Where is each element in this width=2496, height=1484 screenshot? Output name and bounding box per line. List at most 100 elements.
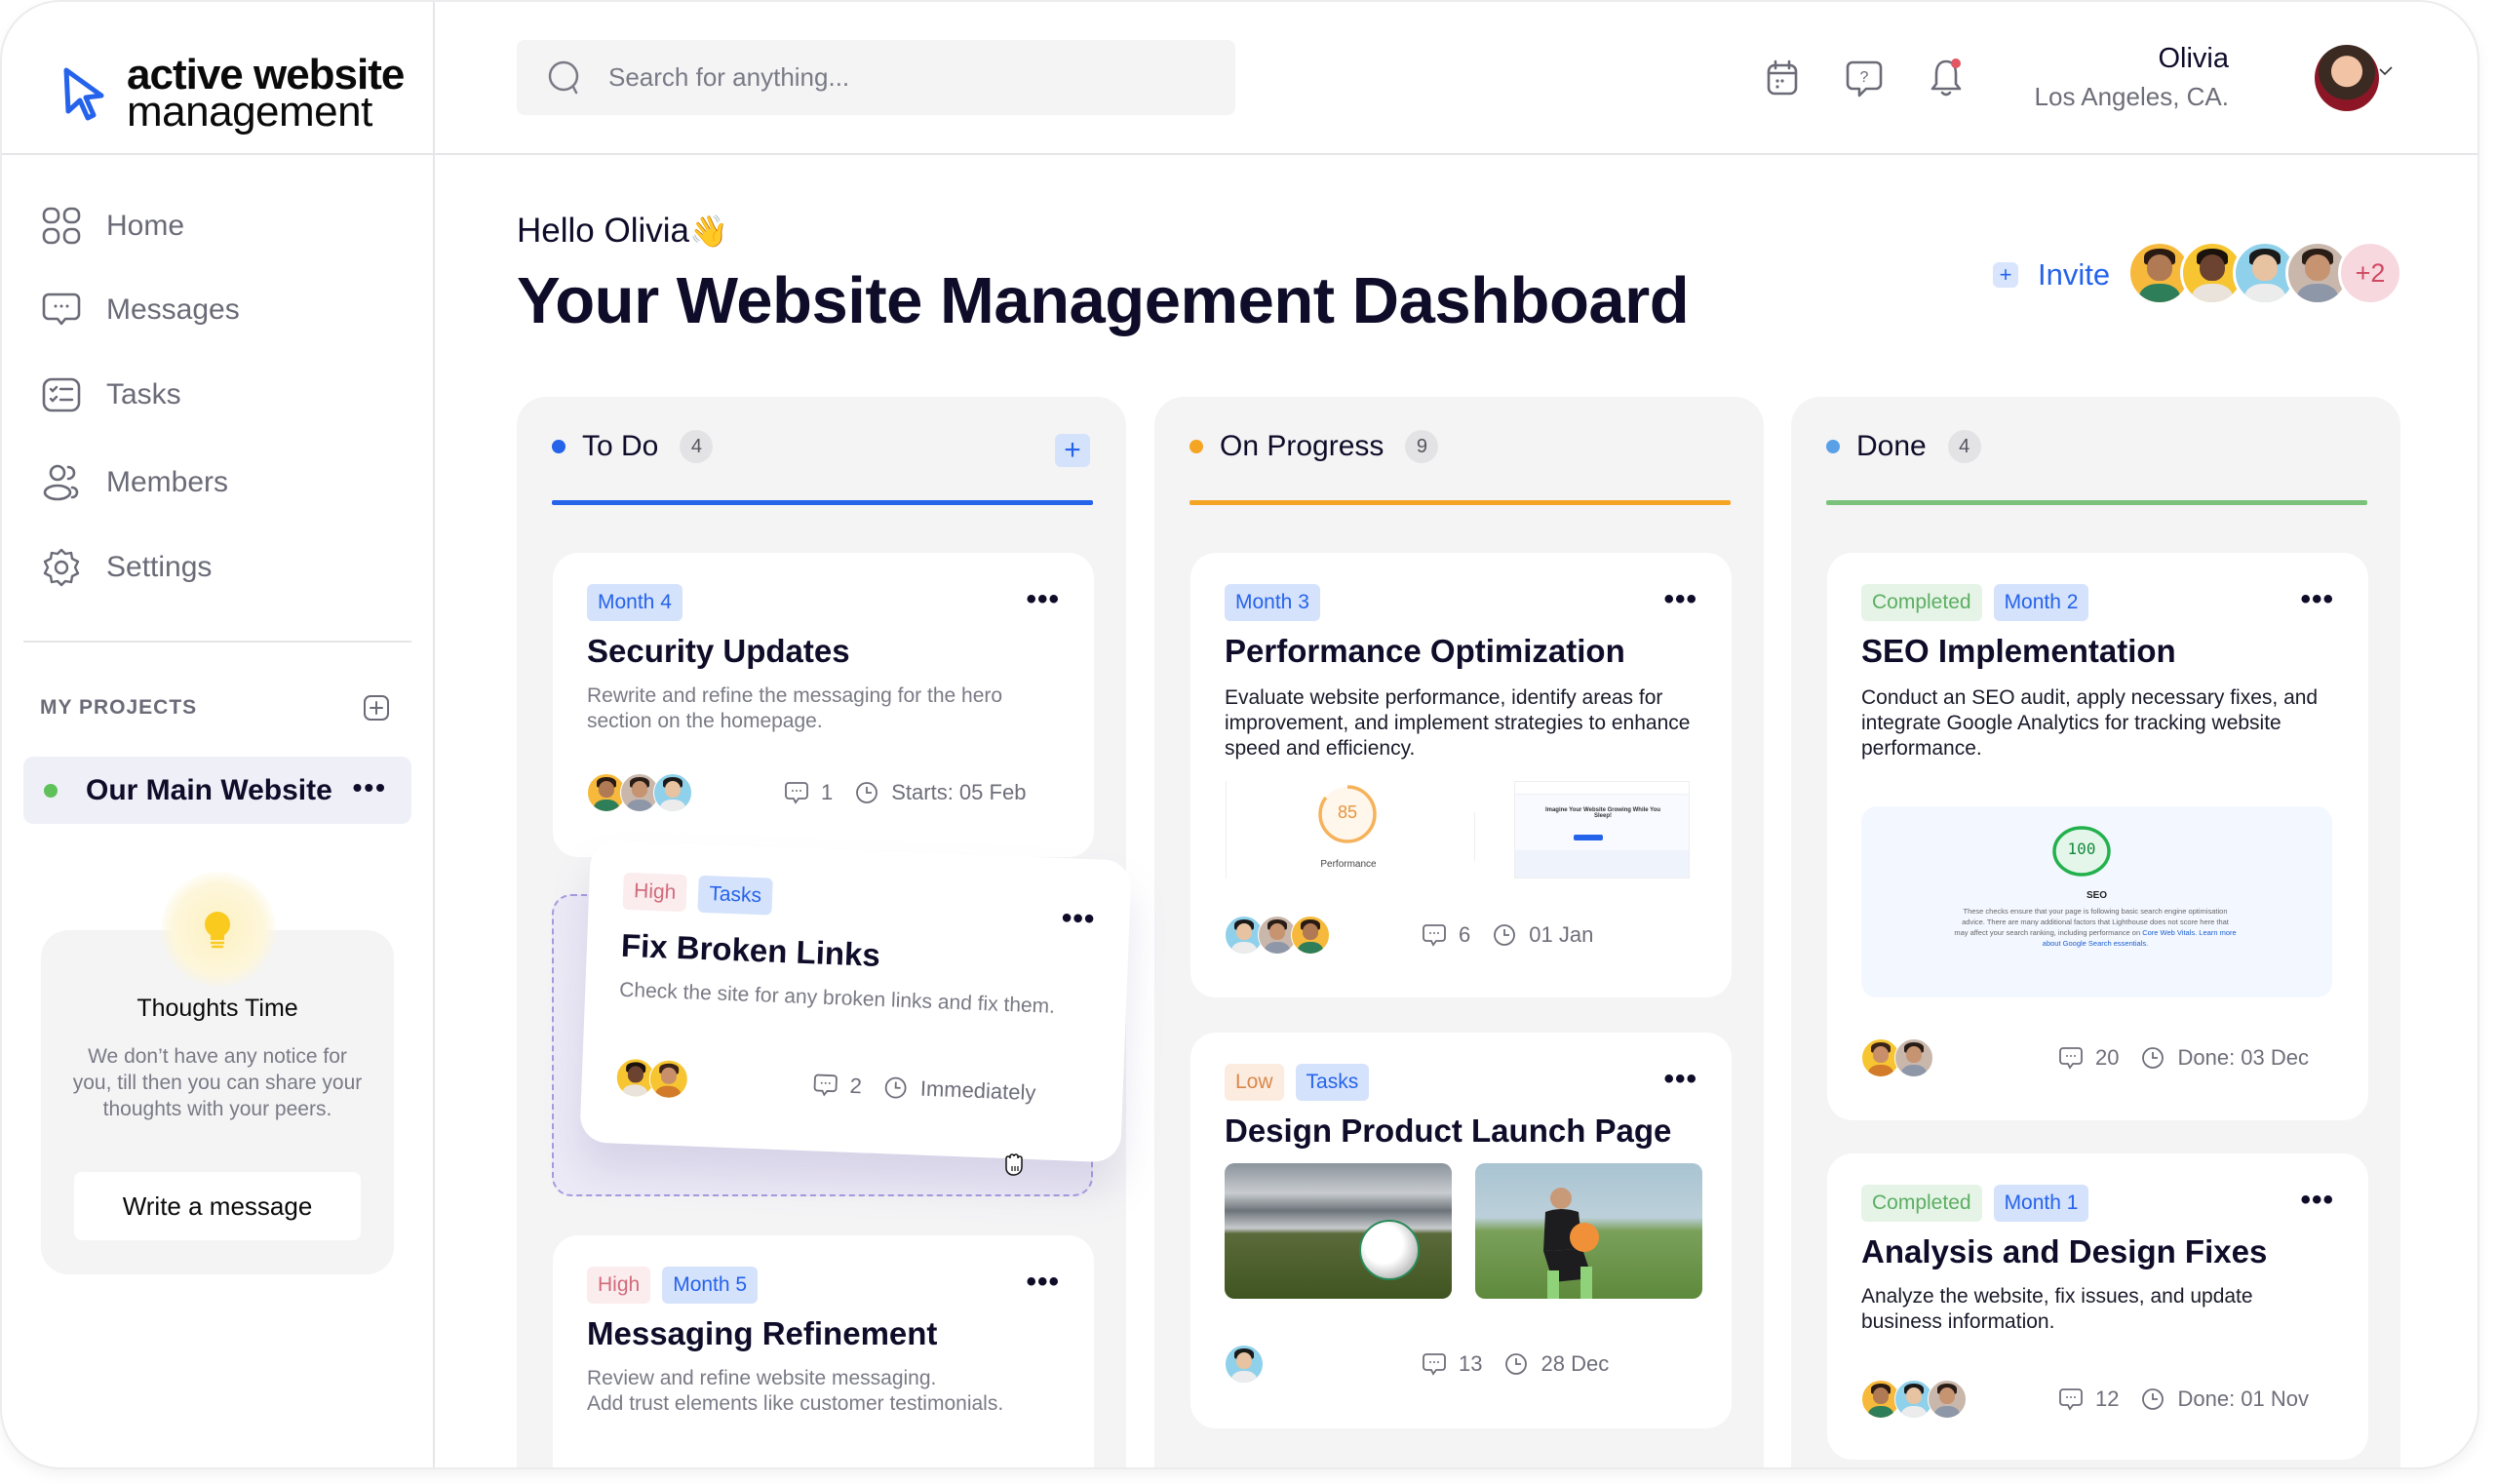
gear-icon: [43, 548, 80, 587]
card-title: Analysis and Design Fixes: [1861, 1233, 2268, 1269]
tag: Month 4: [587, 584, 682, 621]
task-card[interactable]: Completed Month 2 ••• SEO Implementation…: [1827, 553, 2368, 1120]
user-name: Olivia: [2158, 43, 2229, 74]
more-options-icon[interactable]: •••: [1663, 1065, 1697, 1094]
date: Done: 03 Dec: [2140, 1045, 2309, 1071]
date-value: Starts: 05 Feb: [891, 780, 1027, 804]
wave-emoji-icon: 👋: [689, 214, 728, 249]
project-item-our-main-website[interactable]: Our Main Website •••: [23, 757, 411, 824]
card-title: Security Updates: [587, 633, 850, 669]
tag: Completed: [1861, 584, 1982, 621]
thoughts-title: Thoughts Time: [136, 995, 298, 1022]
performance-score: 85: [1337, 802, 1358, 822]
invite-button[interactable]: + Invite: [1993, 257, 2110, 293]
comment-count-value: 20: [2095, 1045, 2120, 1070]
tag: Tasks: [1295, 1064, 1370, 1101]
assignee-avatars: [587, 773, 772, 812]
comment-icon: [813, 1074, 838, 1097]
sidebar-item-home[interactable]: Home: [41, 202, 184, 251]
avatar: [1225, 1345, 1264, 1384]
comment-count[interactable]: 6: [1422, 922, 1470, 948]
chevron-down-icon[interactable]: [2379, 66, 2393, 76]
more-options-icon[interactable]: •••: [2300, 1186, 2334, 1215]
search-input[interactable]: [608, 62, 1193, 93]
column-dot: [1826, 440, 1840, 453]
sidebar-separator: [23, 641, 411, 643]
stadium-ball-photo[interactable]: [1225, 1163, 1452, 1299]
card-title: Design Product Launch Page: [1225, 1113, 1672, 1149]
column-title: To Do: [582, 430, 659, 462]
team-avatars[interactable]: +2: [2127, 241, 2402, 305]
add-task-button[interactable]: +: [1055, 434, 1090, 467]
more-options-icon[interactable]: •••: [1026, 585, 1060, 614]
task-card[interactable]: Low Tasks ••• Design Product Launch Page: [1190, 1033, 1732, 1428]
help-button[interactable]: ?: [1843, 57, 1886, 99]
search-icon: [548, 60, 579, 94]
add-project-icon[interactable]: [363, 694, 390, 722]
sidebar-item-members[interactable]: Members: [41, 458, 228, 507]
task-card[interactable]: High Month 5 ••• Messaging Refinement Re…: [553, 1235, 1094, 1467]
card-description: Review and refine website messaging. Add…: [587, 1367, 1004, 1415]
more-options-icon[interactable]: •••: [1061, 902, 1096, 935]
tag: Month 5: [662, 1267, 759, 1304]
notifications-button[interactable]: [1925, 57, 1968, 99]
calendar-button[interactable]: [1761, 57, 1804, 99]
user-avatar[interactable]: [2315, 45, 2379, 111]
comment-count[interactable]: 2: [812, 1072, 862, 1099]
card-description: Conduct an SEO audit, apply necessary fi…: [1861, 686, 2319, 760]
page-title: Your Website Management Dashboard: [517, 264, 1690, 337]
comment-icon: [1423, 924, 1446, 947]
logo[interactable]: active website management: [62, 54, 405, 133]
search-bar[interactable]: [517, 40, 1235, 115]
column-title: On Progress: [1220, 430, 1384, 462]
card-title: SEO Implementation: [1861, 633, 2176, 669]
assignee-avatars: [1225, 1345, 1410, 1384]
users-icon: [43, 464, 79, 501]
more-options-icon[interactable]: •••: [353, 774, 387, 801]
column-count-badge: 4: [680, 430, 714, 463]
comment-count[interactable]: 13: [1422, 1351, 1482, 1377]
date: 28 Dec: [1503, 1351, 1609, 1377]
more-options-icon[interactable]: •••: [1026, 1268, 1060, 1297]
comment-count[interactable]: 12: [2058, 1386, 2119, 1412]
clock-icon: [1505, 1353, 1528, 1375]
player-with-ball-photo[interactable]: [1475, 1163, 1702, 1299]
more-options-icon[interactable]: •••: [2300, 585, 2334, 614]
write-message-button[interactable]: Write a message: [74, 1172, 361, 1240]
comment-count-value: 2: [849, 1073, 863, 1099]
date: Done: 01 Nov: [2140, 1386, 2309, 1412]
task-card[interactable]: Month 4 ••• Security Updates Rewrite and…: [553, 553, 1094, 857]
column-header: To Do 4: [552, 430, 714, 463]
card-description: Evaluate website performance, identify a…: [1225, 686, 1691, 760]
column-dot: [1190, 440, 1203, 453]
comment-count[interactable]: 20: [2058, 1045, 2119, 1071]
avatar: [648, 1058, 689, 1100]
avatar: [1894, 1038, 1933, 1077]
task-card[interactable]: Month 3 ••• Performance Optimization Eva…: [1190, 553, 1732, 997]
seo-score: 100: [2067, 840, 2096, 858]
column-dot: [552, 440, 566, 453]
link[interactable]: Core Web Vitals.: [2142, 928, 2197, 937]
comment-count[interactable]: 1: [784, 780, 833, 805]
avatar: [1928, 1380, 1967, 1419]
sidebar-item-settings[interactable]: Settings: [41, 543, 212, 592]
tag: High: [587, 1267, 651, 1304]
more-options-icon[interactable]: •••: [1663, 585, 1697, 614]
column-underline: [552, 500, 1093, 505]
bell-icon: [1930, 59, 1962, 97]
date: 01 Jan: [1492, 922, 1593, 948]
date: Starts: 05 Feb: [854, 780, 1026, 805]
comment-icon: [2059, 1388, 2083, 1411]
sidebar-item-tasks[interactable]: Tasks: [41, 371, 181, 419]
dragging-task-card[interactable]: High Tasks ••• Fix Broken Links Check th…: [579, 840, 1132, 1163]
column-title: Done: [1856, 430, 1927, 462]
notification-dot: [1951, 59, 1961, 68]
task-card[interactable]: Completed Month 1 ••• Analysis and Desig…: [1827, 1153, 2368, 1460]
column-done: Done 4 Completed Month 2 ••• SEO Impleme…: [1791, 397, 2400, 1467]
comment-icon: [1423, 1353, 1446, 1376]
more-members-badge[interactable]: +2: [2338, 241, 2402, 305]
clock-icon: [856, 782, 878, 803]
sidebar-item-messages[interactable]: Messages: [41, 286, 240, 334]
comment-count-value: 1: [821, 780, 834, 804]
tag: Month 2: [1993, 584, 2089, 621]
